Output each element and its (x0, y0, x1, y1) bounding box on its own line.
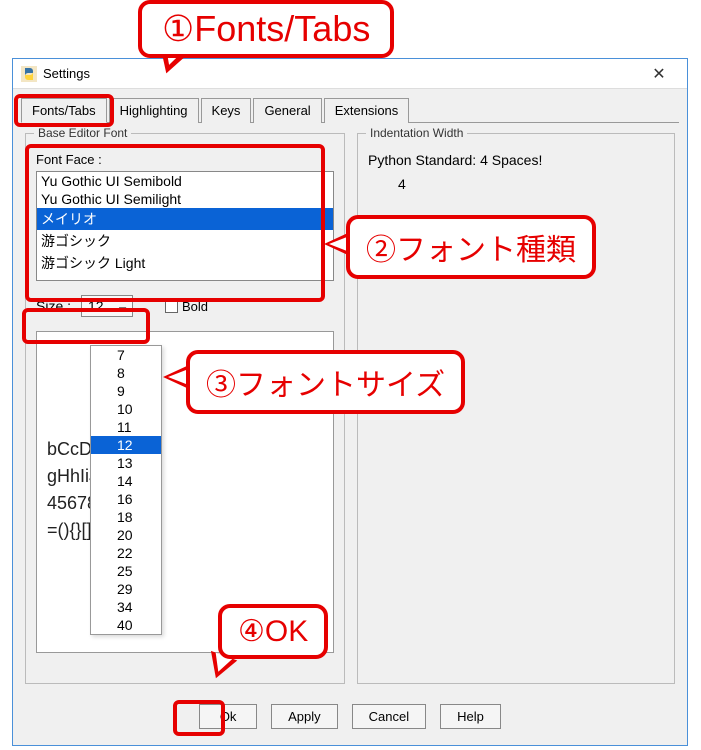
ok-button[interactable]: Ok (199, 704, 257, 729)
font-face-label: Font Face : (36, 152, 334, 167)
callout-4: ④OK (218, 604, 328, 659)
font-face-list[interactable]: Yu Gothic UI Semibold Yu Gothic UI Semil… (36, 171, 334, 281)
size-option[interactable]: 11 (91, 418, 161, 436)
size-option[interactable]: 7 (91, 346, 161, 364)
size-option[interactable]: 34 (91, 598, 161, 616)
tab-general[interactable]: General (253, 98, 321, 123)
apply-button[interactable]: Apply (271, 704, 338, 729)
tab-bar: Fonts/Tabs Highlighting Keys General Ext… (13, 89, 687, 122)
bold-checkbox[interactable] (165, 300, 178, 313)
size-row: Size : 12 ▃ Bold (36, 295, 334, 317)
size-option[interactable]: 18 (91, 508, 161, 526)
size-option[interactable]: 14 (91, 472, 161, 490)
tab-keys[interactable]: Keys (201, 98, 252, 123)
size-label: Size : (36, 298, 71, 314)
size-option[interactable]: 8 (91, 364, 161, 382)
font-item[interactable]: 游ゴシック Light (37, 252, 333, 274)
size-option[interactable]: 13 (91, 454, 161, 472)
size-option[interactable]: 29 (91, 580, 161, 598)
font-item[interactable]: 游ゴシック (37, 230, 333, 252)
group-title-font: Base Editor Font (34, 126, 131, 140)
callout-1: ①Fonts/Tabs (138, 0, 394, 58)
cancel-button[interactable]: Cancel (352, 704, 426, 729)
indent-standard-text: Python Standard: 4 Spaces! (368, 152, 664, 168)
font-item[interactable]: Yu Gothic UI Semibold (37, 172, 333, 190)
size-option[interactable]: 16 (91, 490, 161, 508)
callout-2: ②フォント種類 (346, 215, 596, 279)
size-dropdown[interactable]: 12 ▃ (81, 295, 133, 317)
size-option[interactable]: 22 (91, 544, 161, 562)
size-option[interactable]: 9 (91, 382, 161, 400)
bold-checkbox-wrap[interactable]: Bold (165, 299, 208, 314)
window-title: Settings (43, 66, 90, 81)
preview-line: bCcDdEe (47, 436, 323, 463)
tab-fonts-tabs[interactable]: Fonts/Tabs (21, 98, 107, 123)
tab-highlighting[interactable]: Highlighting (109, 98, 199, 123)
chevron-down-icon: ▃ (119, 301, 126, 312)
size-option[interactable]: 10 (91, 400, 161, 418)
size-option[interactable]: 20 (91, 526, 161, 544)
font-item-selected[interactable]: メイリオ (37, 208, 333, 230)
help-button[interactable]: Help (440, 704, 501, 729)
group-title-indent: Indentation Width (366, 126, 467, 140)
size-option-selected[interactable]: 12 (91, 436, 161, 454)
tab-extensions[interactable]: Extensions (324, 98, 410, 123)
callout-3: ③フォントサイズ (186, 350, 465, 414)
titlebar: Settings ✕ (13, 59, 687, 89)
font-item[interactable]: Yu Gothic UI Semilight (37, 190, 333, 208)
size-option[interactable]: 40 (91, 616, 161, 634)
preview-line: 4567890 (47, 490, 323, 517)
close-button[interactable]: ✕ (639, 64, 679, 84)
dialog-buttons: Ok Apply Cancel Help (13, 694, 687, 741)
bold-label: Bold (182, 299, 208, 314)
app-icon (21, 66, 37, 82)
indent-value: 4 (398, 176, 664, 192)
preview-line: gHhIiJjK (47, 463, 323, 490)
size-option[interactable]: 25 (91, 562, 161, 580)
size-value: 12 (88, 298, 104, 314)
preview-line: =(){}[] (47, 517, 323, 544)
size-dropdown-popup[interactable]: 7 8 9 10 11 12 13 14 16 18 20 22 25 29 3… (90, 345, 162, 635)
